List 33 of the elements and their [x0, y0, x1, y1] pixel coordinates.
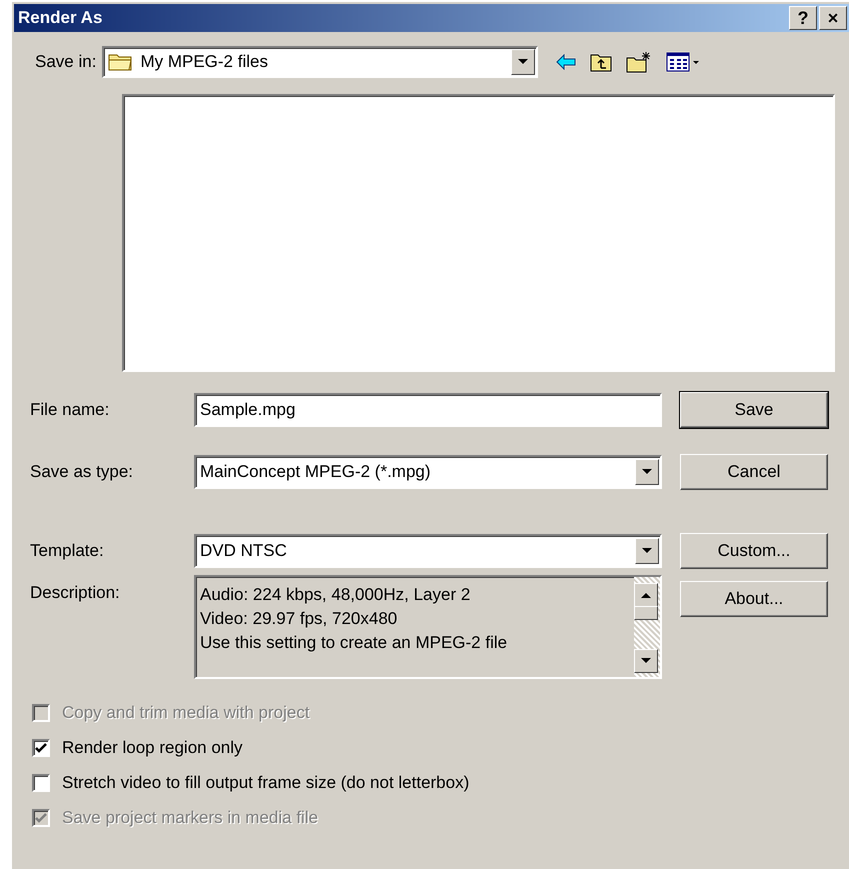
- checkbox-label: Render loop region only: [62, 738, 243, 758]
- description-line: Video: 29.97 fps, 720x480: [200, 608, 398, 630]
- dialog-button[interactable]: Cancel: [680, 454, 828, 490]
- window-title: Render As: [18, 8, 102, 28]
- checkbox-label: Save project markers in media file: [62, 808, 318, 828]
- description-line: Audio: 224 kbps, 48,000Hz, Layer 2: [200, 584, 472, 606]
- close-button[interactable]: ×: [819, 6, 847, 30]
- dialog-button[interactable]: Save: [680, 392, 828, 428]
- dialog-button[interactable]: About...: [680, 581, 828, 617]
- save-as-type-dropdown[interactable]: MainConcept MPEG-2 (*.mpg): [194, 455, 662, 489]
- checkbox[interactable]: [32, 739, 50, 757]
- save-in-dropdown[interactable]: My MPEG-2 files: [102, 46, 538, 78]
- view-menu-icon[interactable]: [666, 52, 700, 72]
- new-folder-icon[interactable]: [626, 51, 652, 73]
- field-label: File name:: [29, 399, 110, 421]
- file-name-field[interactable]: Sample.mpg: [194, 393, 662, 427]
- checkbox-label: Copy and trim media with project: [62, 703, 310, 723]
- checkbox-label: Stretch video to fill output frame size (do not letterbox): [62, 773, 470, 793]
- field-label: Template:: [29, 540, 105, 562]
- help-button[interactable]: ?: [789, 6, 817, 30]
- checkbox[interactable]: [32, 774, 50, 792]
- folder-icon: [108, 52, 134, 72]
- up-folder-icon[interactable]: [590, 52, 612, 72]
- dialog-button[interactable]: Custom...: [680, 533, 828, 569]
- scroll-down-icon[interactable]: [634, 649, 658, 673]
- back-arrow-icon[interactable]: [556, 54, 576, 70]
- scroll-up-icon[interactable]: [634, 583, 658, 607]
- field-label: Save as type:: [29, 461, 134, 483]
- field-label: Save in:: [34, 52, 96, 72]
- description-line: Use this setting to create an MPEG-2 file: [200, 632, 508, 654]
- scroll-thumb[interactable]: [634, 606, 658, 620]
- template-dropdown[interactable]: DVD NTSC: [194, 534, 662, 568]
- field-label: Description:: [29, 583, 121, 603]
